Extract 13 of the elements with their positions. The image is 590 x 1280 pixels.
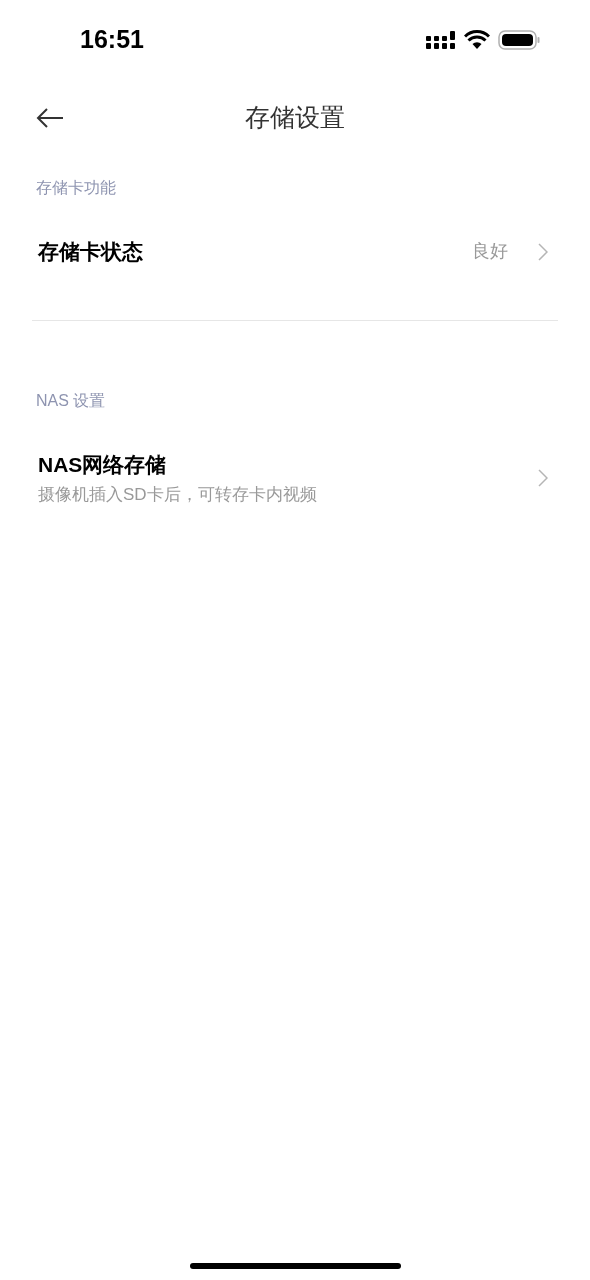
status-time: 16:51 (80, 24, 144, 56)
back-arrow-icon (36, 108, 64, 128)
back-button[interactable] (34, 106, 66, 130)
battery-icon (498, 30, 540, 50)
page-title: 存储设置 (245, 102, 345, 134)
signal-icon (426, 30, 456, 50)
wifi-icon (464, 30, 490, 50)
settings-row[interactable]: NAS网络存储 摄像机插入SD卡后，可转存卡内视频 (0, 412, 590, 544)
chevron-right-icon (538, 469, 548, 487)
section-label: 存储卡功能 (36, 179, 116, 196)
section-label: NAS 设置 (36, 391, 106, 409)
chevron-right-icon (538, 242, 548, 261)
settings-row[interactable]: 存储卡状态 良好 (0, 200, 590, 304)
